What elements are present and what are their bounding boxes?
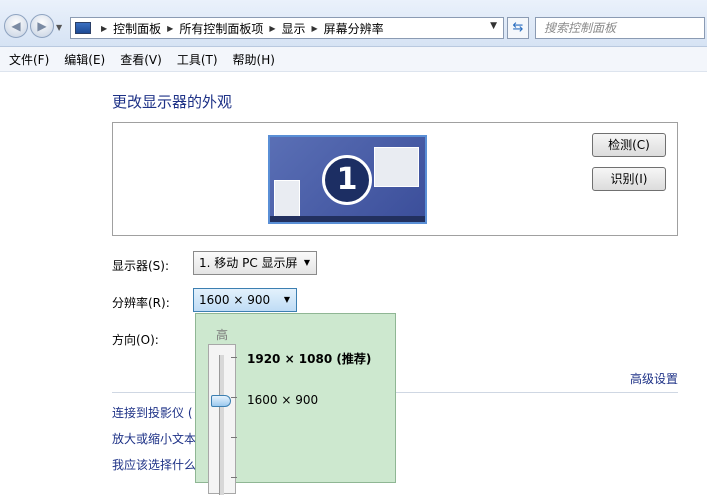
high-label: 高 xyxy=(216,328,229,342)
slider-tick xyxy=(231,357,237,358)
window-thumbnail xyxy=(274,180,300,220)
resolution-select[interactable]: 1600 × 900 ▼ xyxy=(193,288,297,312)
menu-tools[interactable]: 工具(T) xyxy=(177,51,218,68)
monitor-preview[interactable]: 1 xyxy=(268,135,427,224)
menu-help[interactable]: 帮助(H) xyxy=(233,51,275,68)
detect-button[interactable]: 检测(C) xyxy=(592,133,666,157)
search-input[interactable]: 搜索控制面板 xyxy=(535,17,705,39)
slider-tick xyxy=(231,397,237,398)
forward-button[interactable]: ▶ xyxy=(30,14,54,38)
menu-edit[interactable]: 编辑(E) xyxy=(64,51,105,68)
resolution-dropdown: 高 1920 × 1080 (推荐) 1600 × 900 xyxy=(195,313,396,495)
menu-bar: 文件(F) 编辑(E) 查看(V) 工具(T) 帮助(H) xyxy=(0,47,707,72)
control-panel-icon xyxy=(75,22,91,34)
orientation-label: 方向(O): xyxy=(112,333,159,347)
advanced-settings-link[interactable]: 高级设置 xyxy=(630,370,678,387)
refresh-button[interactable]: ⇆ xyxy=(507,17,529,39)
slider-tick xyxy=(231,477,237,478)
menu-file[interactable]: 文件(F) xyxy=(9,51,49,68)
resolution-label: 分辨率(R): xyxy=(112,296,170,310)
breadcrumb-separator-icon[interactable]: ▶ xyxy=(269,24,275,33)
which-settings-link[interactable]: 我应该选择什么 xyxy=(112,456,196,473)
address-toolbar: ◀ ▶ ▼ ▶ 控制面板 ▶ 所有控制面板项 ▶ 显示 ▶ 屏幕分辨率 ▼ ⇆ … xyxy=(0,0,707,47)
identify-button[interactable]: 识别(I) xyxy=(592,167,666,191)
chevron-down-icon: ▼ xyxy=(283,295,290,304)
breadcrumb-display[interactable]: 显示 xyxy=(282,20,306,37)
display-select[interactable]: 1. 移动 PC 显示屏 ▼ xyxy=(193,251,317,275)
slider-tick xyxy=(231,437,237,438)
monitor-number-badge: 1 xyxy=(322,155,372,205)
breadcrumb-control-panel[interactable]: 控制面板 xyxy=(113,20,161,37)
address-dropdown-icon[interactable]: ▼ xyxy=(490,21,497,31)
chevron-down-icon: ▼ xyxy=(303,258,310,267)
breadcrumb-separator-icon[interactable]: ▶ xyxy=(167,24,173,33)
menu-view[interactable]: 查看(V) xyxy=(120,51,162,68)
resolution-option[interactable]: 1920 × 1080 (推荐) xyxy=(247,350,371,367)
page-title: 更改显示器的外观 xyxy=(112,93,233,111)
slider-groove xyxy=(219,355,224,495)
display-label: 显示器(S): xyxy=(112,259,170,273)
breadcrumb-separator-icon[interactable]: ▶ xyxy=(312,24,318,33)
slider-thumb[interactable] xyxy=(211,395,231,407)
resolution-select-value: 1600 × 900 xyxy=(199,293,271,307)
text-size-link[interactable]: 放大或缩小文本 xyxy=(112,430,196,447)
history-dropdown-icon[interactable]: ▼ xyxy=(56,23,62,32)
back-button[interactable]: ◀ xyxy=(4,14,28,38)
window-thumbnail xyxy=(374,147,419,187)
address-bar[interactable]: ▶ 控制面板 ▶ 所有控制面板项 ▶ 显示 ▶ 屏幕分辨率 ▼ xyxy=(70,17,504,39)
breadcrumb-separator-icon[interactable]: ▶ xyxy=(101,24,107,33)
breadcrumb-screen-resolution[interactable]: 屏幕分辨率 xyxy=(324,20,384,37)
display-select-value: 1. 移动 PC 显示屏 xyxy=(199,256,298,270)
connect-projector-link[interactable]: 连接到投影仪 ( xyxy=(112,404,193,421)
breadcrumb-all-items[interactable]: 所有控制面板项 xyxy=(179,20,263,37)
monitor-preview-panel: 1 检测(C) 识别(I) xyxy=(112,122,678,236)
resolution-option[interactable]: 1600 × 900 xyxy=(247,393,318,407)
taskbar-thumbnail xyxy=(270,216,425,222)
resolution-slider[interactable] xyxy=(208,344,237,495)
